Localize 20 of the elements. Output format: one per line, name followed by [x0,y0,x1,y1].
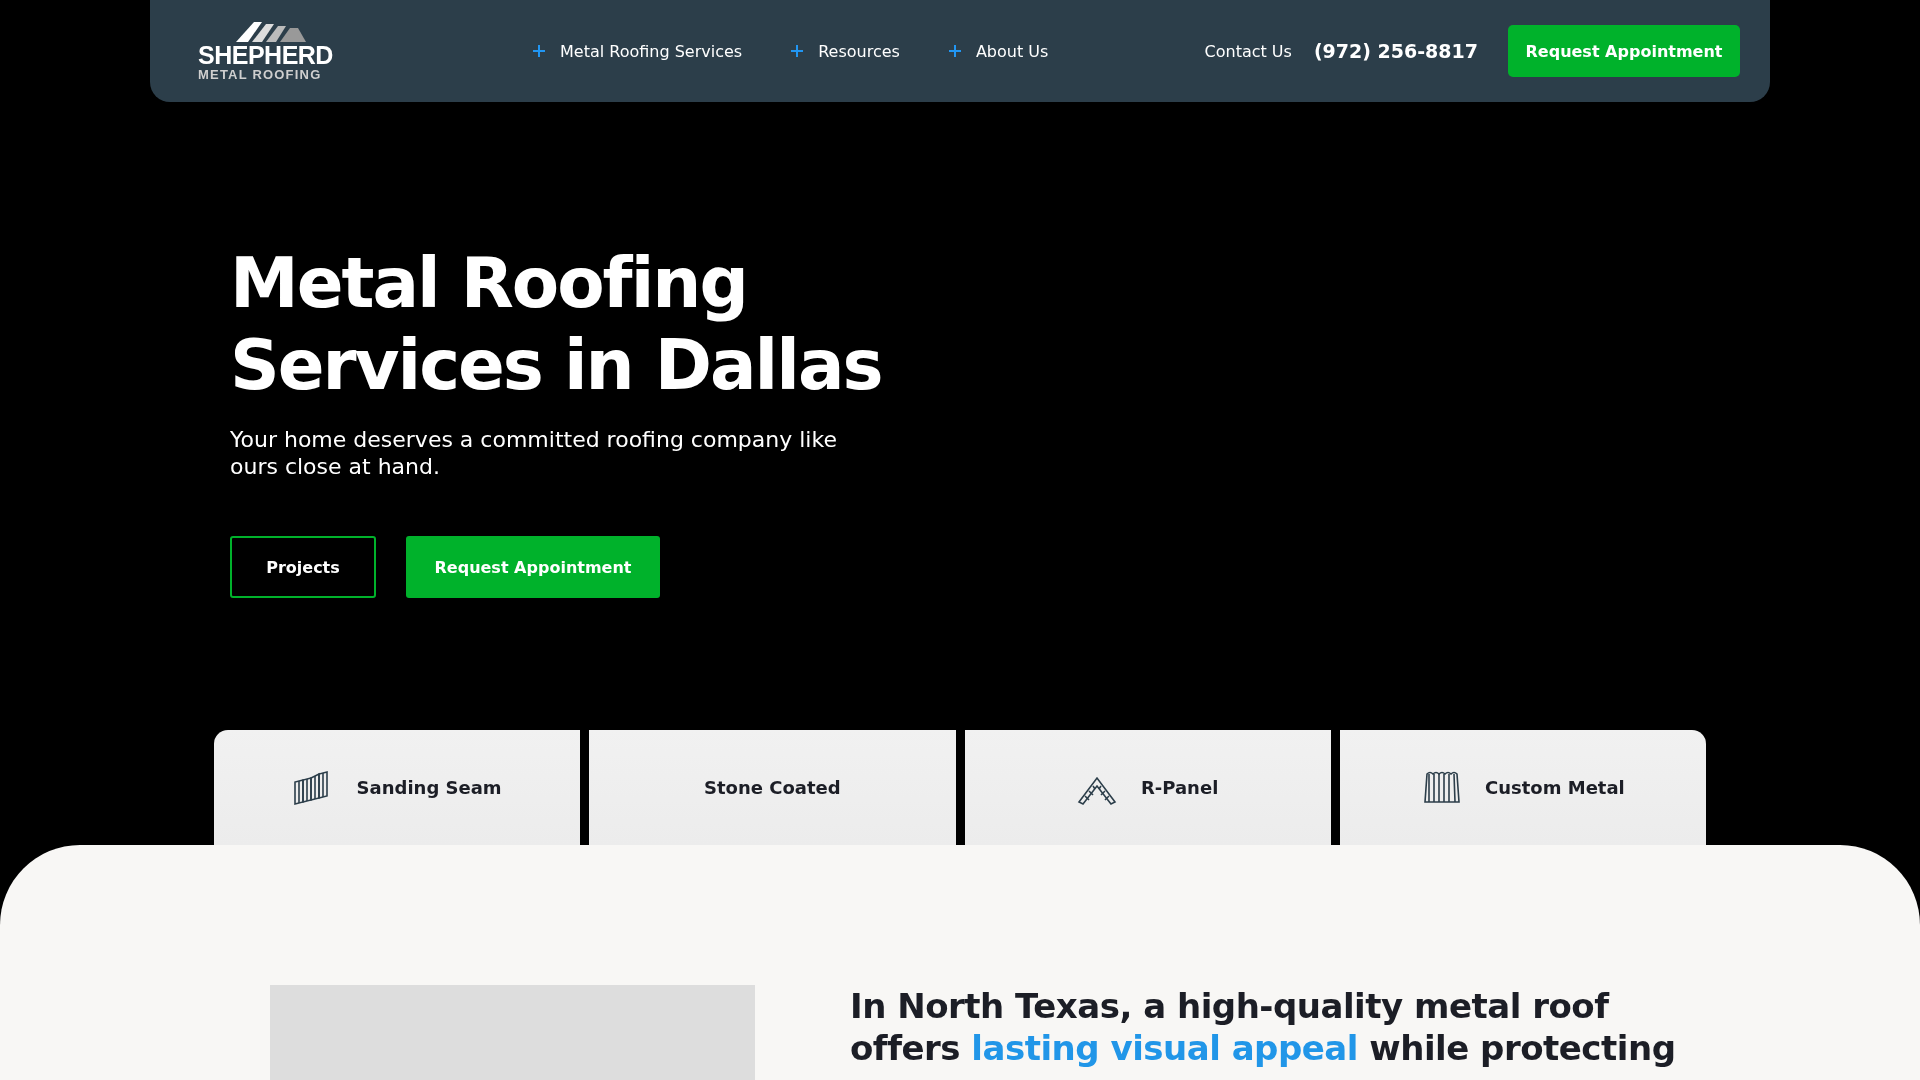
logo-text: SHEPHERD [198,42,333,68]
nav-link[interactable]: Metal Roofing Services [532,41,743,61]
nav-link[interactable]: Resources [790,41,900,61]
logo-tagline: METAL ROOFING [198,68,322,82]
plus-icon [947,44,962,58]
nav-link[interactable]: About Us [947,41,1049,61]
service-tab[interactable]: R-Panel [964,730,1331,845]
phone-link[interactable]: (972) 256-8817 [1313,40,1478,62]
logo[interactable]: SHEPHERD METAL ROOFING [198,20,344,82]
plus-icon [532,44,546,58]
service-tab[interactable]: Stone Coated [589,730,956,845]
service-tab[interactable]: Custom Metal [1339,730,1706,845]
hero-title: Metal Roofing Services in Dallas [230,242,882,406]
hero-subtitle: Your home deserves a committed roofing company like ours close at hand. [230,426,838,480]
intro-heading: In North Texas, a high-quality metal roof offers lasting visual appeal while protecting [850,985,1676,1070]
projects-button[interactable]: Projects [230,536,376,598]
plus-icon [790,44,805,58]
service-tab[interactable]: Sanding Seam [214,730,581,845]
contact-link[interactable]: Contact Us [1204,41,1292,61]
roof-icon [236,20,306,42]
